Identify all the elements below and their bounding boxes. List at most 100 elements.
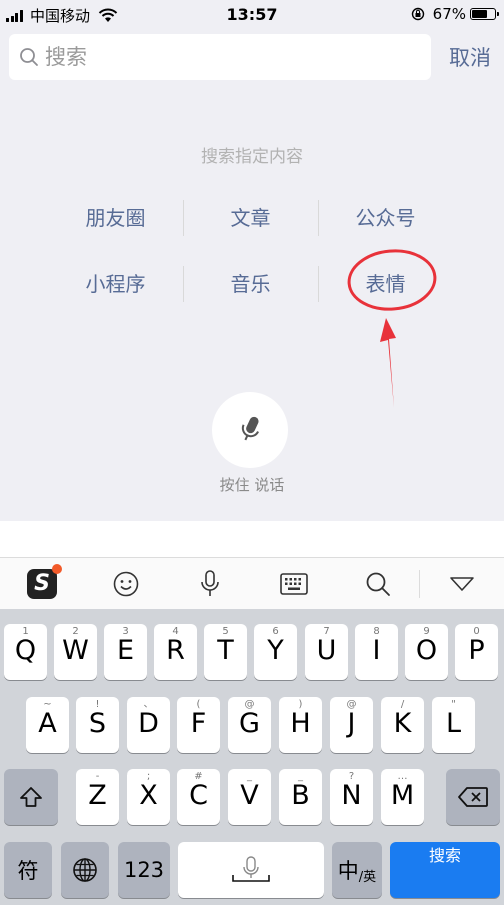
globe-icon <box>73 858 97 882</box>
search-hint: 搜索指定内容 <box>201 147 303 167</box>
toolbar-voice-button[interactable] <box>168 558 252 609</box>
key-letter: B <box>291 780 310 811</box>
emoji-button[interactable] <box>84 558 168 609</box>
search-icon <box>20 48 38 66</box>
sogou-logo: S <box>27 563 62 599</box>
category-stickers[interactable]: 表情 <box>318 264 453 304</box>
hold-to-talk-button[interactable] <box>212 392 288 468</box>
battery-icon <box>470 8 499 20</box>
key-p[interactable]: 0P <box>455 624 498 680</box>
backspace-icon <box>458 787 488 807</box>
key-letter: G <box>239 708 260 739</box>
key-x[interactable]: ; X <box>127 769 170 825</box>
key-letter: L <box>445 708 462 739</box>
key-t[interactable]: 5T <box>204 624 247 680</box>
key-m[interactable]: … M <box>381 769 424 825</box>
keyboard-icon <box>280 572 308 595</box>
globe-key[interactable] <box>61 842 109 898</box>
keyboard: 1Q 2W 3E 4R 5T 6Y 7U 8I 9O 0P ~ A ! S 、 D (… <box>0 609 504 905</box>
key-letter: Q <box>14 635 37 666</box>
key-letter: U <box>316 635 337 666</box>
search-input[interactable] <box>45 45 405 69</box>
key-v[interactable]: _ V <box>228 769 271 825</box>
collapse-icon <box>450 576 474 591</box>
category-music[interactable]: 音乐 <box>183 264 318 304</box>
category-mini-programs[interactable]: 小程序 <box>48 264 183 304</box>
key-u[interactable]: 7U <box>305 624 348 680</box>
key-j[interactable]: @ J <box>330 697 373 753</box>
divider-area <box>0 521 504 557</box>
shift-key[interactable] <box>4 769 58 825</box>
symbols-key-label: 符 <box>17 859 39 883</box>
toolbar-search-button[interactable] <box>336 558 420 609</box>
key-r[interactable]: 4R <box>154 624 197 680</box>
numbers-key-label: 123 <box>123 858 165 882</box>
key-letter: A <box>38 708 57 739</box>
search-box[interactable] <box>9 34 431 80</box>
key-k[interactable]: / K <box>381 697 424 753</box>
space-key[interactable] <box>178 842 324 898</box>
key-letter: R <box>166 635 185 666</box>
key-i[interactable]: 8I <box>355 624 398 680</box>
key-f[interactable]: (F <box>177 697 220 753</box>
key-letter: T <box>217 635 234 666</box>
key-letter: W <box>62 635 89 666</box>
shift-icon-wrap <box>4 769 58 825</box>
category-official-accounts[interactable]: 公众号 <box>318 198 453 238</box>
backspace-key[interactable] <box>446 769 500 825</box>
search-icon <box>366 572 390 596</box>
key-letter: F <box>190 708 207 739</box>
lang-main: 中 <box>337 859 359 883</box>
symbols-key[interactable]: 符 <box>4 842 52 898</box>
notification-dot <box>52 563 62 574</box>
search-key[interactable]: 搜索 <box>390 842 500 898</box>
key-l[interactable]: " L <box>432 697 475 753</box>
emoji-icon <box>113 571 139 596</box>
key-q[interactable]: 1Q <box>4 624 47 680</box>
key-e[interactable]: 3E <box>104 624 147 680</box>
key-letter: V <box>240 780 259 811</box>
numbers-key[interactable]: 123 <box>118 842 170 898</box>
sogou-logo-button[interactable]: S <box>0 558 84 609</box>
key-letter: Y <box>267 635 284 666</box>
keyboard-layout-button[interactable] <box>252 558 336 609</box>
category-moments[interactable]: 朋友圈 <box>48 198 183 238</box>
rotation-lock-icon <box>411 7 424 21</box>
category-articles[interactable]: 文章 <box>183 198 318 238</box>
key-d[interactable]: 、 D <box>127 697 170 753</box>
status-right: 67% <box>411 5 499 23</box>
hold-to-talk-label: 按住 说话 <box>219 476 285 494</box>
arrow-icon <box>380 318 396 408</box>
collapse-keyboard-button[interactable] <box>420 558 504 609</box>
key-y[interactable]: 6Y <box>254 624 297 680</box>
lang-sub: /英 <box>358 869 377 885</box>
key-o[interactable]: 9O <box>405 624 448 680</box>
space-key-inner <box>178 842 324 898</box>
key-letter: X <box>139 780 158 811</box>
language-switch-key[interactable]: 中/英 <box>332 842 382 898</box>
key-w[interactable]: 2W <box>54 624 97 680</box>
key-letter: I <box>372 635 381 666</box>
battery-percent: 67% <box>432 5 466 23</box>
key-letter: E <box>116 635 135 666</box>
key-letter: O <box>415 635 438 666</box>
search-key-label: 搜索 <box>428 846 461 865</box>
key-s[interactable]: ! S <box>76 697 119 753</box>
language-switch-label: 中/英 <box>332 842 382 898</box>
key-letter: N <box>341 780 362 811</box>
key-letter: H <box>290 708 311 739</box>
key-g[interactable]: @ G <box>228 697 271 753</box>
key-c[interactable]: # C <box>177 769 220 825</box>
globe-icon-wrap <box>61 842 109 898</box>
key-b[interactable]: _ B <box>279 769 322 825</box>
shift-icon <box>20 787 42 807</box>
key-a[interactable]: ~ A <box>26 697 69 753</box>
key-letter: C <box>189 780 208 811</box>
cancel-button[interactable]: 取消 <box>440 42 500 72</box>
battery-fill <box>472 10 487 18</box>
key-letter: S <box>88 708 107 739</box>
key-n[interactable]: ? N <box>330 769 373 825</box>
key-z[interactable]: -Z <box>76 769 119 825</box>
key-letter: Z <box>88 780 107 811</box>
key-h[interactable]: ) H <box>279 697 322 753</box>
